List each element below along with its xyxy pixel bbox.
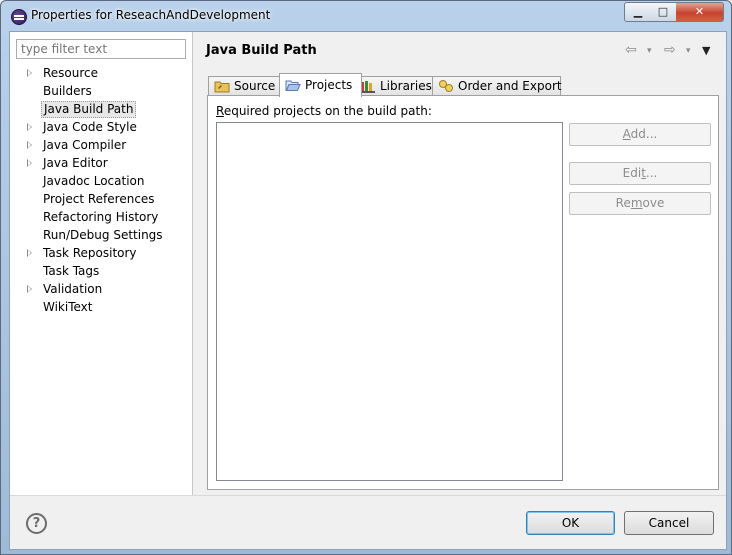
tree-item[interactable]: Project References xyxy=(10,190,192,208)
order-export-icon xyxy=(439,80,453,92)
tree-item[interactable]: Java Build Path xyxy=(10,100,192,118)
tab-projects-label: Projects xyxy=(305,78,353,92)
tree-item-label: WikiText xyxy=(43,300,93,314)
ok-button[interactable]: OK xyxy=(526,511,615,535)
expand-arrow-icon[interactable] xyxy=(27,249,32,257)
remove-label-pre: Re xyxy=(615,196,631,210)
tree-item-label: Java Code Style xyxy=(43,120,137,134)
tree-item[interactable]: Javadoc Location xyxy=(10,172,192,190)
tree-item-label: Refactoring History xyxy=(43,210,159,224)
tree-item-label: Run/Debug Settings xyxy=(43,228,163,242)
expand-arrow-icon[interactable] xyxy=(27,159,32,167)
cancel-button[interactable]: Cancel xyxy=(624,511,714,535)
dialog-window: Properties for ReseachAndDevelopment ▁ □… xyxy=(0,0,732,555)
view-menu-icon[interactable]: ▼ xyxy=(702,44,710,57)
tab-source-label: Source xyxy=(234,79,276,93)
dialog-client-area: Resource Builders Java Build Path Java Code… xyxy=(9,31,727,550)
tree-item-label: Builders xyxy=(43,84,92,98)
tab-libraries-label: Libraries xyxy=(380,79,432,93)
tree-item-label: Resource xyxy=(43,66,99,80)
window-title: Properties for ReseachAndDevelopment xyxy=(31,8,271,22)
tab-libraries[interactable]: Libraries xyxy=(354,76,440,96)
forward-arrow-icon[interactable]: ⇨ xyxy=(664,42,676,58)
add-mnemonic: A xyxy=(622,127,631,141)
expand-arrow-icon[interactable] xyxy=(27,285,32,293)
tab-order-and-export[interactable]: Order and Export xyxy=(432,76,562,96)
tree-item[interactable]: Refactoring History xyxy=(10,208,192,226)
tree-item[interactable]: Run/Debug Settings xyxy=(10,226,192,244)
tree-item[interactable]: Task Repository xyxy=(10,244,192,262)
tree-item[interactable]: Resource xyxy=(10,64,192,82)
title-bar[interactable]: Properties for ReseachAndDevelopment ▁ □… xyxy=(1,1,732,31)
edit-label-pre: Edi xyxy=(622,166,642,180)
tree-item[interactable]: Validation xyxy=(10,280,192,298)
tree-item[interactable]: Builders xyxy=(10,82,192,100)
help-icon[interactable]: ? xyxy=(26,513,47,534)
expand-arrow-icon[interactable] xyxy=(27,141,32,149)
tree-item-label: Javadoc Location xyxy=(43,174,145,188)
remove-mnemonic: m xyxy=(630,196,643,210)
back-history-dropdown-icon[interactable]: ▾ xyxy=(647,46,652,56)
required-projects-label: Required projects on the build path: xyxy=(216,104,432,118)
tab-projects[interactable]: Projects xyxy=(279,73,362,97)
tree-item[interactable]: Java Editor xyxy=(10,154,192,172)
required-projects-label-text: equired projects on the build path: xyxy=(223,104,432,118)
footer-separator xyxy=(10,495,726,496)
tree-item-label: Java Editor xyxy=(43,156,108,170)
property-pages-tree: Resource Builders Java Build Path Java Code… xyxy=(10,64,192,316)
eclipse-app-icon xyxy=(11,9,27,25)
projects-tab-panel: Required projects on the build path: Add… xyxy=(207,95,719,490)
source-folder-icon xyxy=(214,81,230,93)
open-folder-icon xyxy=(285,80,301,91)
add-button[interactable]: Add... xyxy=(569,123,711,146)
remove-label-post: ove xyxy=(642,196,665,210)
tree-item-label: Task Tags xyxy=(43,264,100,278)
tab-order-label: Order and Export xyxy=(458,79,562,93)
minimize-button[interactable]: ▁ xyxy=(624,2,652,22)
tree-item-label: Validation xyxy=(43,282,103,296)
back-arrow-icon[interactable]: ⇦ xyxy=(625,42,637,58)
tree-item[interactable]: WikiText xyxy=(10,298,192,316)
tree-item-label: Project References xyxy=(43,192,155,206)
filter-input[interactable] xyxy=(16,39,186,59)
maximize-button[interactable]: □ xyxy=(650,2,677,22)
tree-item[interactable]: Java Compiler xyxy=(10,136,192,154)
required-projects-list[interactable] xyxy=(216,122,563,481)
tree-item[interactable]: Task Tags xyxy=(10,262,192,280)
edit-button[interactable]: Edit... xyxy=(569,162,711,185)
expand-arrow-icon[interactable] xyxy=(27,123,32,131)
tree-item[interactable]: Java Code Style xyxy=(10,118,192,136)
page-title: Java Build Path xyxy=(206,43,317,58)
tab-source[interactable]: Source xyxy=(208,76,283,96)
remove-button[interactable]: Remove xyxy=(569,192,711,215)
property-pages-panel: Resource Builders Java Build Path Java Code… xyxy=(10,32,193,495)
add-label-rest: dd... xyxy=(630,127,658,141)
tree-item-label: Java Compiler xyxy=(43,138,127,152)
libraries-icon xyxy=(360,81,375,93)
close-button[interactable]: ✕ xyxy=(676,2,724,22)
expand-arrow-icon[interactable] xyxy=(27,69,32,77)
forward-history-dropdown-icon[interactable]: ▾ xyxy=(686,46,691,56)
edit-label-post: ... xyxy=(645,166,658,180)
tree-item-label: Java Build Path xyxy=(41,101,137,118)
tree-item-label: Task Repository xyxy=(43,246,137,260)
mnemonic-r: R xyxy=(216,104,224,118)
